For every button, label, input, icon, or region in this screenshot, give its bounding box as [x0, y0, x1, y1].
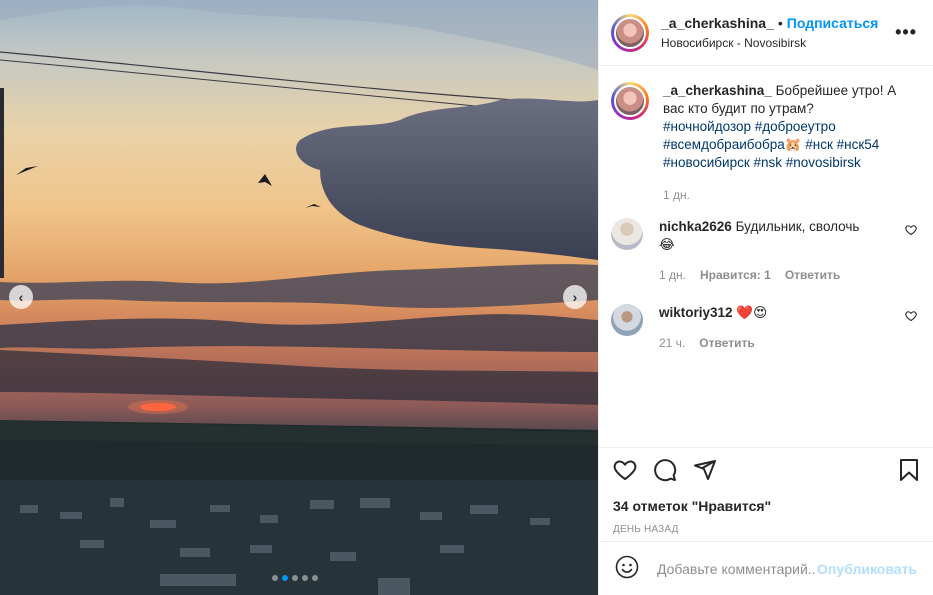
publish-button[interactable]: Опубликовать — [817, 561, 917, 577]
carousel-dot — [312, 575, 318, 581]
comment-button[interactable] — [653, 458, 677, 485]
author-username[interactable]: _a_cherkashina_ — [661, 15, 774, 31]
caption-hashtags[interactable]: #новосибирск #nsk #novosibirsk — [663, 155, 861, 170]
carousel-dot-active — [282, 575, 288, 581]
post-photo[interactable]: ‹ › — [0, 0, 598, 595]
author-avatar[interactable] — [611, 13, 649, 52]
comment-username[interactable]: nichka2626 — [659, 219, 732, 234]
save-button[interactable] — [897, 458, 921, 485]
comment-emoji: ❤️😍 — [736, 305, 768, 320]
comment-item: wiktoriy312 ❤️😍 21 ч. Ответить — [611, 304, 917, 352]
caption: _a_cherkashina_ Бобрейшее утро! А вас кт… — [611, 82, 917, 204]
caption-username[interactable]: _a_cherkashina_ — [663, 83, 772, 98]
caption-avatar[interactable] — [611, 82, 649, 120]
comment-like-button[interactable] — [897, 304, 917, 352]
comment-like-button[interactable] — [897, 218, 917, 284]
caption-hashtags[interactable]: #ночнойдозор #доброеутро — [663, 119, 836, 134]
chevron-left-icon: ‹ — [18, 289, 24, 305]
comment-username[interactable]: wiktoriy312 — [659, 305, 733, 320]
carousel-dot — [292, 575, 298, 581]
author-info: _a_cherkashina_ • Подписаться Новосибирс… — [661, 15, 895, 50]
heart-outline-icon — [905, 311, 917, 322]
comment-time[interactable]: 1 дн. — [659, 266, 686, 284]
carousel-prev-button[interactable]: ‹ — [9, 285, 33, 309]
post-header: _a_cherkashina_ • Подписаться Новосибирс… — [599, 0, 933, 66]
post-actions: 34 отметок "Нравится" День назад — [599, 447, 933, 535]
comment-item: nichka2626 Будильник, сволочь 😂 1 дн. Нр… — [611, 218, 917, 284]
bookmark-icon — [900, 459, 918, 481]
post-dialog: ‹ › _a_cherkashina_ • Подписаться Новоси… — [0, 0, 933, 595]
emoji-button[interactable] — [615, 555, 639, 582]
commenter-avatar[interactable] — [611, 218, 643, 250]
post-location[interactable]: Новосибирск - Novosibirsk — [661, 36, 895, 50]
follow-button[interactable]: Подписаться — [787, 15, 879, 31]
post-date[interactable]: День назад — [613, 524, 921, 535]
comment-emoji: 😂 — [659, 237, 675, 252]
add-comment-bar: Опубликовать — [599, 541, 933, 595]
commenter-avatar[interactable] — [611, 304, 643, 336]
comments-list: _a_cherkashina_ Бобрейшее утро! А вас кт… — [599, 66, 933, 352]
caption-time[interactable]: 1 дн. — [663, 186, 690, 204]
separator-dot: • — [777, 15, 783, 31]
more-horizontal-icon: ••• — [895, 22, 917, 42]
heart-icon — [613, 460, 637, 481]
share-button[interactable] — [693, 458, 717, 485]
more-options-button[interactable]: ••• — [895, 22, 917, 43]
comment-input[interactable] — [655, 559, 818, 578]
comment-likes[interactable]: Нравится: 1 — [700, 266, 771, 284]
post-sidebar: _a_cherkashina_ • Подписаться Новосибирс… — [598, 0, 933, 595]
chevron-right-icon: › — [572, 289, 578, 305]
reply-button[interactable]: Ответить — [785, 266, 840, 284]
sunset-image — [0, 0, 598, 595]
reply-button[interactable]: Ответить — [699, 334, 754, 352]
comment-time[interactable]: 21 ч. — [659, 334, 685, 352]
heart-outline-icon — [905, 225, 917, 236]
emoji-icon — [615, 555, 639, 579]
carousel-next-button[interactable]: › — [563, 285, 587, 309]
carousel-dot — [302, 575, 308, 581]
carousel-dot — [272, 575, 278, 581]
send-icon — [694, 460, 716, 480]
carousel-indicator — [272, 575, 318, 581]
comment-text: Будильник, сволочь — [735, 219, 860, 234]
like-button[interactable] — [613, 458, 637, 485]
likes-count[interactable]: 34 отметок "Нравится" — [613, 498, 921, 514]
comment-icon — [654, 459, 677, 482]
caption-hashtags[interactable]: #всемдобраибобра🐹 #нск #нск54 — [663, 137, 879, 152]
